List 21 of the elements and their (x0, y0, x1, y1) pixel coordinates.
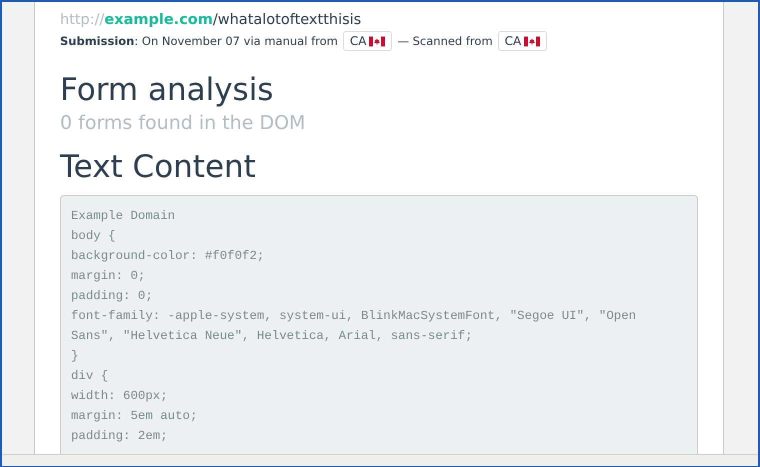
scanned-text: — Scanned from (397, 34, 493, 48)
forms-summary: 0 forms found in the DOM (60, 111, 306, 135)
country-code: CA (350, 34, 366, 48)
section-heading: Form analysis (60, 71, 274, 109)
flag-icon (369, 36, 386, 46)
code-line: width: 600px; (71, 388, 169, 405)
country-code: CA (504, 34, 522, 48)
code-line: background-color: #f0f0f2; (71, 248, 266, 265)
code-line: margin: 0; (71, 268, 146, 285)
code-line: div { (71, 368, 110, 385)
code-line: padding: 2em; (71, 428, 169, 445)
code-line: margin: 5em auto; (71, 408, 198, 425)
code-line: font-family: -apple-system, system-ui, BlinkMacSystemFont, "Segoe UI", "Open Sans", "Helvetica Neue", Helvetica, Arial, sans-serif; (71, 308, 638, 345)
flag-icon (524, 36, 540, 46)
page-url: http://example.com/whatalotoftextthisis (60, 11, 362, 30)
section-heading: Text Content (60, 148, 257, 186)
code-line: } (71, 348, 80, 365)
code-line: padding: 0; (71, 288, 154, 305)
code-line: Example Domain (71, 208, 176, 225)
submission-text: Submission: On November 07 via manual from (60, 34, 338, 48)
code-line: body { (71, 228, 117, 245)
